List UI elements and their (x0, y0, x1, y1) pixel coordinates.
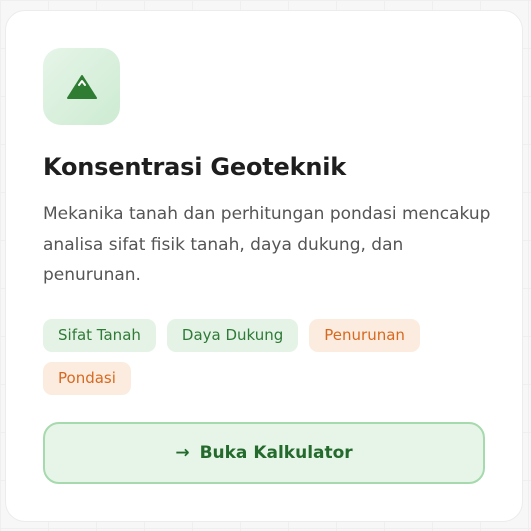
tag-daya-dukung: Daya Dukung (166, 319, 299, 352)
open-calculator-label: Buka Kalkulator (199, 443, 353, 463)
card-title: Konsentrasi Geoteknik (43, 153, 347, 181)
category-icon-box (43, 48, 120, 125)
tag-sifat-tanah: Sifat Tanah (43, 319, 156, 352)
mountain-icon (66, 74, 97, 99)
geotechnic-card: Konsentrasi Geoteknik Mekanika tanah dan… (5, 10, 523, 522)
arrow-right-icon: → (175, 443, 190, 463)
card-description: Mekanika tanah dan perhitungan pondasi m… (43, 204, 491, 285)
tag-list: Sifat Tanah Daya Dukung Penurunan Pondas… (43, 319, 463, 395)
tag-penurunan: Penurunan (309, 319, 420, 352)
tag-pondasi: Pondasi (43, 362, 131, 395)
open-calculator-button[interactable]: → Buka Kalkulator (43, 422, 485, 484)
